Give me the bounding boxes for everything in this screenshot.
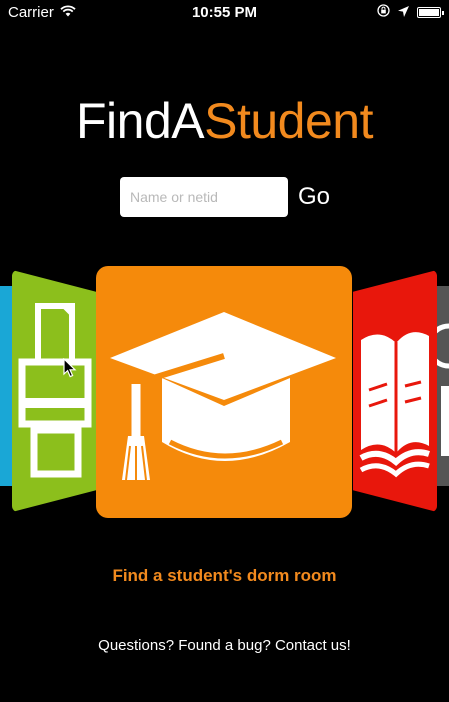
contact-us-link[interactable]: Questions? Found a bug? Contact us! [0, 637, 449, 654]
search-row: Go [120, 177, 330, 217]
status-right [377, 4, 444, 21]
category-carousel[interactable] [0, 262, 449, 522]
app-title-find: FindA [76, 93, 205, 149]
battery-fill [419, 9, 439, 16]
carousel-card-student[interactable] [96, 266, 352, 518]
carousel-card-printer[interactable] [12, 270, 96, 512]
partial-card-icon [437, 323, 449, 456]
go-button[interactable]: Go [298, 183, 330, 211]
battery-icon [417, 7, 444, 18]
orientation-lock-icon [377, 4, 390, 21]
carousel-card-library[interactable] [353, 270, 437, 512]
card-caption: Find a student's dorm room [112, 566, 337, 585]
carousel-card-partial-right[interactable] [437, 286, 449, 486]
graduation-cap-icon [110, 312, 336, 481]
printer-icon [18, 303, 92, 478]
search-input[interactable] [120, 177, 288, 217]
status-bar: Carrier 10:55 PM [0, 0, 449, 26]
app-screen: Carrier 10:55 PM FindAStudent Name or ne… [0, 0, 449, 702]
mouse-cursor-icon [63, 357, 77, 383]
app-title-student: Student [204, 93, 373, 149]
carousel-card-partial-left[interactable] [0, 286, 12, 486]
book-icon [359, 332, 430, 478]
app-title: FindAStudent [0, 96, 449, 146]
location-icon [398, 4, 409, 21]
